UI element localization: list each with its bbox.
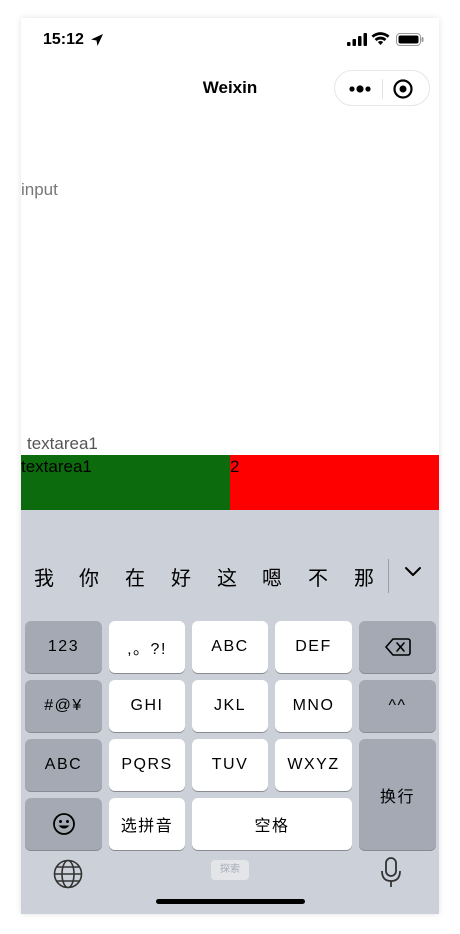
status-bar: 15:12 — [21, 18, 439, 62]
wifi-icon — [371, 32, 390, 45]
backspace-icon — [384, 638, 411, 656]
key-abc[interactable]: ABC — [192, 621, 268, 673]
keyboard-logo: 探索 — [211, 860, 249, 880]
candidate-item[interactable]: 在 — [125, 562, 145, 591]
candidate-divider — [388, 559, 389, 593]
phone-screen: 15:12 Weixin input textarea1 textarea1 2… — [21, 18, 439, 914]
key-emoticon[interactable]: ^^ — [359, 680, 436, 732]
candidate-item[interactable]: 这 — [217, 562, 237, 591]
textarea-1[interactable]: textarea1 — [21, 455, 230, 510]
chinese-keyboard: 我 你 在 好 这 嗯 不 那 123 ,。?! ABC DEF #@¥ GHI — [21, 510, 439, 914]
key-abc-switch[interactable]: ABC — [25, 739, 102, 791]
close-target-icon[interactable] — [392, 78, 414, 100]
status-time: 15:12 — [43, 31, 84, 48]
cellular-signal-icon — [347, 33, 367, 46]
candidate-item[interactable]: 你 — [79, 562, 99, 591]
key-return[interactable]: 换行 — [359, 739, 436, 850]
candidate-item[interactable]: 我 — [34, 562, 54, 591]
more-dots-icon[interactable] — [345, 79, 375, 99]
textarea-1-value: textarea1 — [21, 457, 92, 476]
key-symbols[interactable]: #@¥ — [25, 680, 102, 732]
key-pqrs[interactable]: PQRS — [109, 739, 185, 791]
key-select-pinyin[interactable]: 选拼音 — [109, 798, 185, 850]
key-mno[interactable]: MNO — [275, 680, 352, 732]
candidate-item[interactable]: 不 — [308, 562, 328, 591]
capsule-divider — [382, 79, 383, 99]
miniprogram-capsule — [334, 70, 430, 106]
input-field[interactable]: input — [21, 180, 58, 200]
key-jkl[interactable]: JKL — [192, 680, 268, 732]
key-space[interactable]: 空格 — [192, 798, 352, 850]
key-tuv[interactable]: TUV — [192, 739, 268, 791]
location-arrow-icon — [91, 34, 103, 46]
chevron-down-icon[interactable] — [402, 561, 424, 583]
textarea-2-value: 2 — [230, 457, 240, 476]
candidate-item[interactable]: 嗯 — [262, 562, 282, 591]
key-ghi[interactable]: GHI — [109, 680, 185, 732]
textarea-label: textarea1 — [27, 434, 98, 453]
key-punctuation[interactable]: ,。?! — [109, 621, 185, 673]
microphone-icon[interactable] — [379, 856, 403, 890]
candidate-item[interactable]: 那 — [354, 562, 374, 591]
key-wxyz[interactable]: WXYZ — [275, 739, 352, 791]
candidate-item[interactable]: 好 — [171, 562, 191, 591]
textarea-2[interactable]: 2 — [230, 455, 439, 510]
home-indicator[interactable] — [156, 899, 305, 904]
key-123[interactable]: 123 — [25, 621, 102, 673]
candidate-bar: 我 你 在 好 这 嗯 不 那 — [21, 545, 439, 605]
globe-icon[interactable] — [52, 858, 84, 890]
key-emoji[interactable] — [25, 798, 102, 850]
key-delete[interactable] — [359, 621, 436, 673]
key-def[interactable]: DEF — [275, 621, 352, 673]
battery-icon — [396, 33, 424, 46]
emoji-icon — [52, 813, 75, 835]
